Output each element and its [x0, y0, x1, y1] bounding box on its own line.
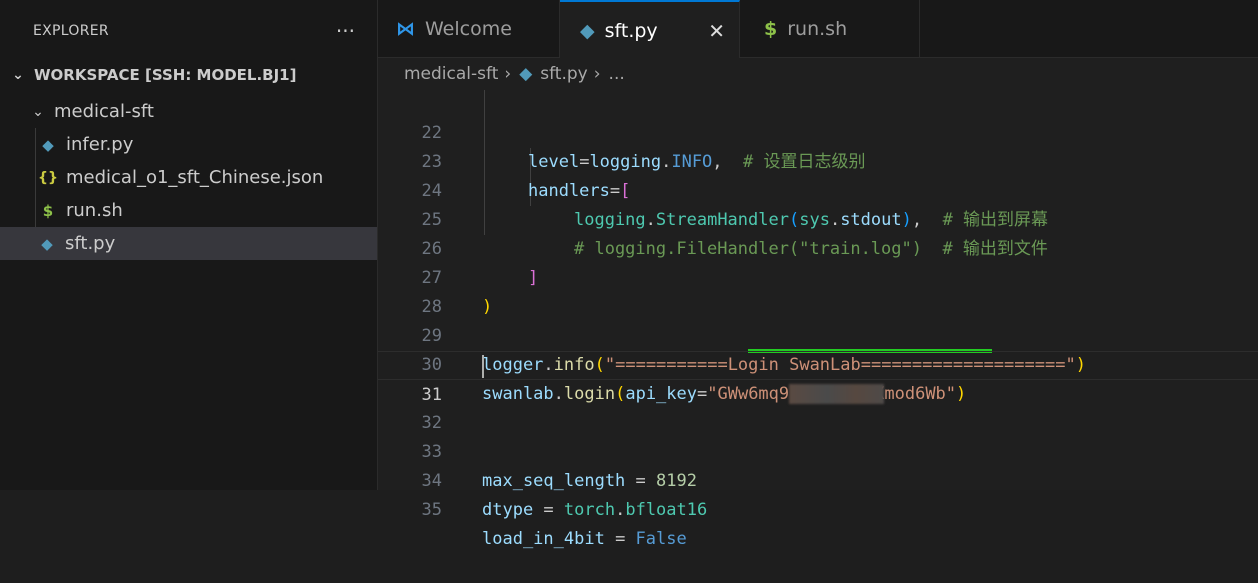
more-actions-icon[interactable]: ··· — [336, 21, 355, 41]
code-line: 35 load_in_4bit = False — [378, 467, 1258, 549]
folder-label: medical-sft — [54, 101, 154, 122]
file-item-json[interactable]: {} medical_o1_sft_Chinese.json — [35, 161, 377, 194]
code-line: 27 ) — [378, 235, 1258, 317]
python-icon: ◆ — [41, 234, 53, 253]
chevron-right-icon: › — [504, 64, 512, 84]
code-line: 24 logging.StreamHandler(sys.stdout), # … — [378, 148, 1258, 230]
code-line: 23 handlers=[ — [378, 119, 1258, 201]
code-line: 32 — [378, 380, 1258, 433]
code-text: load_in_4bit = False — [482, 529, 687, 549]
tab-sft-py[interactable]: ◆ sft.py ✕ — [560, 0, 740, 59]
code-line: 29 logger.info("===========Login SwanLab… — [378, 293, 1258, 375]
file-label: run.sh — [66, 200, 123, 221]
editor-tabs: ⋈ Welcome ◆ sft.py ✕ $ run.sh — [378, 0, 1258, 59]
explorer-header: EXPLORER ··· — [0, 0, 377, 62]
shell-icon: $ — [42, 201, 54, 220]
python-icon: ◆ — [42, 135, 54, 154]
code-text: dtype = torch.bfloat16 — [482, 500, 708, 520]
shell-icon: $ — [764, 18, 778, 40]
vscode-icon: ⋈ — [396, 18, 415, 40]
breadcrumb: medical-sft › ◆ sft.py › ... — [378, 58, 1258, 90]
tab-label: run.sh — [787, 18, 848, 40]
chevron-down-icon: ⌄ — [32, 103, 44, 120]
code-line-current[interactable]: 31 — [378, 351, 1258, 405]
file-label: medical_o1_sft_Chinese.json — [66, 167, 324, 188]
code-line: 22 level=logging.INFO, # 设置日志级别 — [378, 90, 1258, 172]
chevron-right-icon: › — [593, 64, 601, 84]
code-line: 25 # logging.FileHandler("train.log") # … — [378, 177, 1258, 259]
workspace-label: WORKSPACE [SSH: MODEL.BJ1] — [34, 66, 297, 84]
explorer-sidebar: EXPLORER ··· ⌄ WORKSPACE [SSH: MODEL.BJ1… — [0, 0, 378, 490]
code-line: 28 — [378, 264, 1258, 317]
explorer-title: EXPLORER — [33, 23, 109, 39]
file-label: infer.py — [66, 134, 134, 155]
python-icon: ◆ — [519, 64, 533, 84]
tab-label: Welcome — [425, 18, 512, 40]
code-line: 34 dtype = torch.bfloat16 — [378, 438, 1258, 520]
code-editor[interactable]: 22 level=logging.INFO, # 设置日志级别 23 handl… — [378, 90, 1258, 549]
tab-label: sft.py — [604, 19, 658, 42]
folder-medical-sft[interactable]: ⌄ medical-sft — [0, 95, 377, 128]
file-item-sft[interactable]: ◆ sft.py — [0, 227, 377, 260]
python-icon: ◆ — [580, 19, 595, 42]
breadcrumb-folder[interactable]: medical-sft — [404, 64, 498, 84]
workspace-root[interactable]: ⌄ WORKSPACE [SSH: MODEL.BJ1] — [0, 62, 377, 88]
json-icon: {} — [38, 169, 58, 186]
code-line: 26 ] — [378, 206, 1258, 288]
tab-welcome[interactable]: ⋈ Welcome — [378, 0, 560, 58]
breadcrumb-file[interactable]: sft.py — [540, 64, 587, 84]
line-number: 35 — [421, 500, 442, 520]
code-line: 33 max_seq_length = 8192 — [378, 409, 1258, 491]
breadcrumb-more[interactable]: ... — [609, 64, 625, 84]
file-label: sft.py — [65, 233, 116, 254]
file-item-run-sh[interactable]: $ run.sh — [35, 194, 377, 227]
chevron-down-icon: ⌄ — [12, 67, 24, 83]
file-item-infer[interactable]: ◆ infer.py — [35, 128, 377, 161]
code-line: 30 swanlab.login(api_key="GWw6mq9 Xmod6Wb… — [378, 322, 1258, 404]
close-icon[interactable]: ✕ — [708, 19, 725, 43]
tab-run-sh[interactable]: $ run.sh — [740, 0, 920, 58]
text-cursor — [482, 355, 484, 378]
